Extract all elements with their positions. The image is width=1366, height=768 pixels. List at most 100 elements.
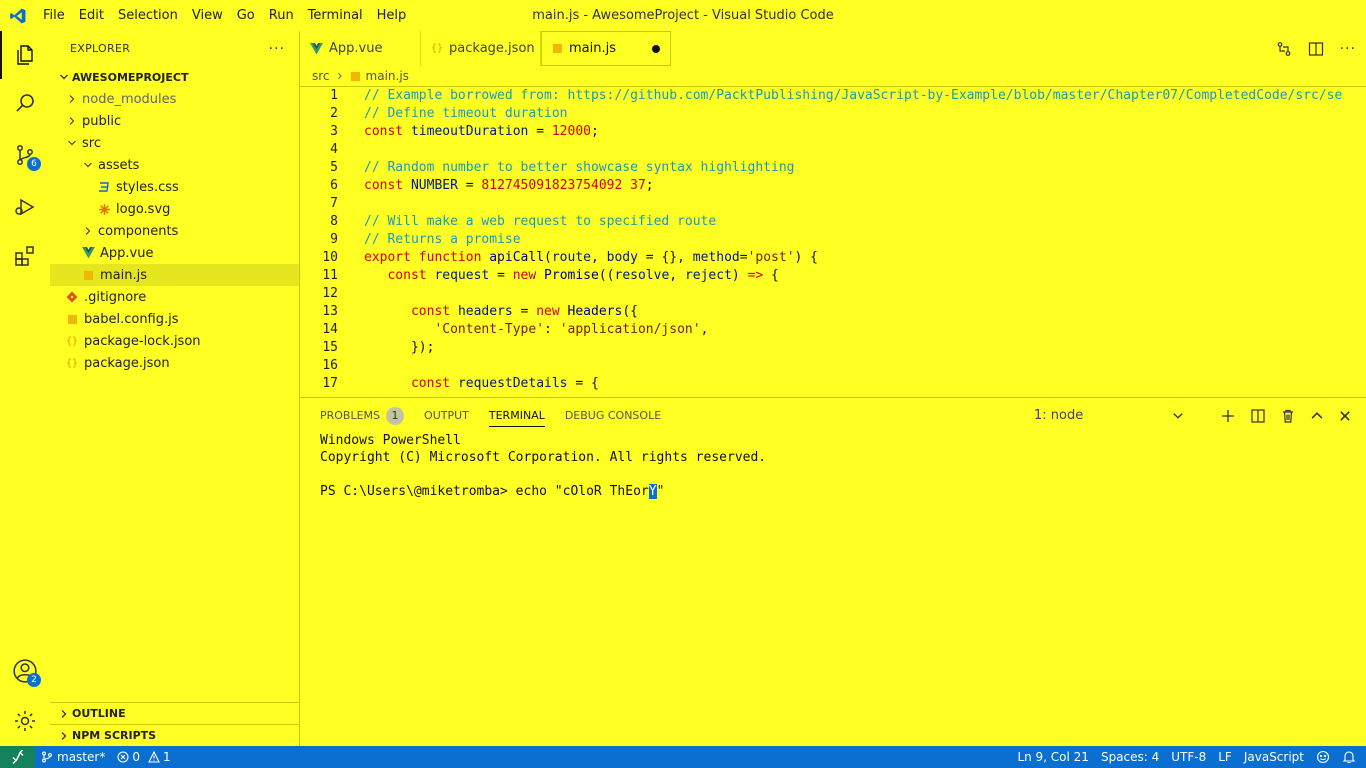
code-line: 4	[300, 141, 1366, 159]
code-line: 13 const headers = new Headers({	[300, 303, 1366, 321]
tree-file[interactable]: babel.config.js	[50, 308, 299, 330]
menu-terminal[interactable]: Terminal	[301, 0, 370, 31]
menu-view[interactable]: View	[185, 0, 230, 31]
unsaved-dot-icon[interactable]	[652, 44, 660, 53]
panel-tab-debug-console[interactable]: DEBUG CONSOLE	[565, 398, 661, 433]
panel-tab-terminal[interactable]: TERMINAL	[488, 398, 545, 433]
vue-file-icon	[310, 42, 323, 55]
code-token: ((	[598, 268, 615, 283]
tree-file[interactable]: .gitignore	[50, 286, 299, 308]
tab-label: package.json	[449, 41, 535, 56]
extensions-icon[interactable]	[0, 232, 50, 280]
notifications-icon[interactable]	[1336, 746, 1362, 768]
chevron-up-icon[interactable]	[1310, 409, 1324, 423]
tree-folder[interactable]: public	[50, 110, 299, 132]
chevron-right-icon	[56, 731, 72, 741]
code-line: 5 // Random number to better showcase syn…	[300, 159, 1366, 177]
breadcrumb-file[interactable]: main.js	[366, 69, 409, 83]
code-text: // Will make a web request to specified …	[338, 213, 716, 231]
terminal-cursor: Y	[648, 484, 657, 499]
trash-icon[interactable]	[1280, 408, 1296, 424]
panel-tab-output[interactable]: OUTPUT	[424, 398, 469, 433]
tree-folder[interactable]: src	[50, 132, 299, 154]
tree-item-label: public	[82, 113, 122, 129]
vue-file-icon	[80, 245, 96, 261]
css-file-icon	[96, 179, 112, 195]
json-file-icon: {}	[431, 43, 444, 54]
tree-file[interactable]: main.js	[50, 264, 299, 286]
new-terminal-icon[interactable]	[1220, 408, 1236, 424]
menu-run[interactable]: Run	[262, 0, 301, 31]
breadcrumb-folder[interactable]: src	[312, 69, 330, 83]
code-token: requestDetails	[457, 376, 568, 391]
feedback-icon[interactable]	[1310, 746, 1336, 768]
menu-edit[interactable]: Edit	[72, 0, 111, 31]
branch-status[interactable]: master*	[35, 746, 111, 768]
remote-icon[interactable]	[0, 746, 35, 768]
git-branch-icon	[41, 751, 53, 763]
split-terminal-icon[interactable]	[1250, 408, 1266, 424]
panel-tab-problems[interactable]: PROBLEMS 1	[320, 398, 405, 433]
chevron-down-icon	[56, 72, 72, 82]
more-actions-icon[interactable]: ···	[1340, 41, 1356, 57]
eol-status[interactable]: LF	[1212, 746, 1238, 768]
code-line: 6 const NUMBER = 812745091823754092 37;	[300, 177, 1366, 195]
tab-app-vue[interactable]: App.vue	[300, 31, 421, 66]
panel-tab-label: DEBUG CONSOLE	[564, 409, 662, 422]
tree-item-label: node_modules	[82, 91, 177, 107]
source-control-icon[interactable]: 6	[0, 131, 50, 179]
terminal-output[interactable]: Windows PowerShell Copyright (C) Microso…	[320, 432, 766, 500]
code-line: 9 // Returns a promise	[300, 231, 1366, 249]
tree-folder[interactable]: components	[50, 220, 299, 242]
npm-scripts-section[interactable]: NPM SCRIPTS	[50, 724, 299, 746]
root-folder[interactable]: AWESOMEPROJECT	[50, 66, 299, 88]
split-editor-icon[interactable]	[1308, 41, 1324, 57]
tree-folder[interactable]: node_modules	[50, 88, 299, 110]
tree-file[interactable]: {} package-lock.json	[50, 330, 299, 352]
menu-file[interactable]: File	[36, 0, 72, 31]
code-token: // Random number to better showcase synt…	[364, 160, 795, 175]
vscode-logo-icon	[0, 0, 36, 31]
code-line: 1 // Example borrowed from: https://githu…	[300, 87, 1366, 105]
terminal-select[interactable]: 1: node	[1034, 398, 1184, 433]
menu-go[interactable]: Go	[230, 0, 262, 31]
run-debug-icon[interactable]	[0, 183, 50, 231]
tree-file[interactable]: styles.css	[50, 176, 299, 198]
outline-section[interactable]: OUTLINE	[50, 702, 299, 724]
cursor-position[interactable]: Ln 9, Col 21	[1011, 746, 1095, 768]
tab-main-js[interactable]: main.js	[541, 31, 671, 66]
language-mode[interactable]: JavaScript	[1238, 746, 1310, 768]
close-icon[interactable]	[1338, 409, 1352, 423]
tree-file[interactable]: logo.svg	[50, 198, 299, 220]
menu-help[interactable]: Help	[370, 0, 414, 31]
search-icon[interactable]	[0, 79, 50, 127]
accounts-icon[interactable]: 2	[0, 647, 50, 695]
tree-file[interactable]: {} package.json	[50, 352, 299, 374]
code-text: });	[338, 339, 435, 357]
error-icon	[117, 751, 129, 763]
tree-file[interactable]: App.vue	[50, 242, 299, 264]
code-token: NUMBER	[410, 178, 458, 193]
indentation-status[interactable]: Spaces: 4	[1095, 746, 1165, 768]
open-changes-icon[interactable]	[1276, 41, 1292, 57]
tab-package-json[interactable]: {} package.json	[421, 31, 541, 66]
code-token: 'post'	[747, 250, 795, 265]
root-folder-label: AWESOMEPROJECT	[72, 70, 189, 84]
editor-actions: ···	[1276, 31, 1356, 66]
encoding-status[interactable]: UTF-8	[1165, 746, 1212, 768]
code-token: route	[551, 250, 591, 265]
code-text: 'Content-Type': 'application/json',	[338, 321, 708, 339]
code-editor[interactable]: 1 // Example borrowed from: https://githu…	[300, 86, 1366, 396]
panel-tabs: PROBLEMS 1 OUTPUT TERMINAL DEBUG CONSOLE	[300, 398, 1366, 433]
explorer-icon[interactable]	[0, 31, 50, 79]
gear-icon[interactable]	[0, 697, 50, 745]
problems-status[interactable]: 0 1	[111, 746, 176, 768]
branch-name: master*	[57, 750, 106, 764]
more-actions-icon[interactable]: ···	[269, 41, 285, 57]
tree-folder[interactable]: assets	[50, 154, 299, 176]
chevron-right-icon	[80, 226, 96, 236]
menu-selection[interactable]: Selection	[111, 0, 185, 31]
code-token: Promise	[544, 268, 599, 283]
chevron-down-icon	[1172, 410, 1184, 422]
